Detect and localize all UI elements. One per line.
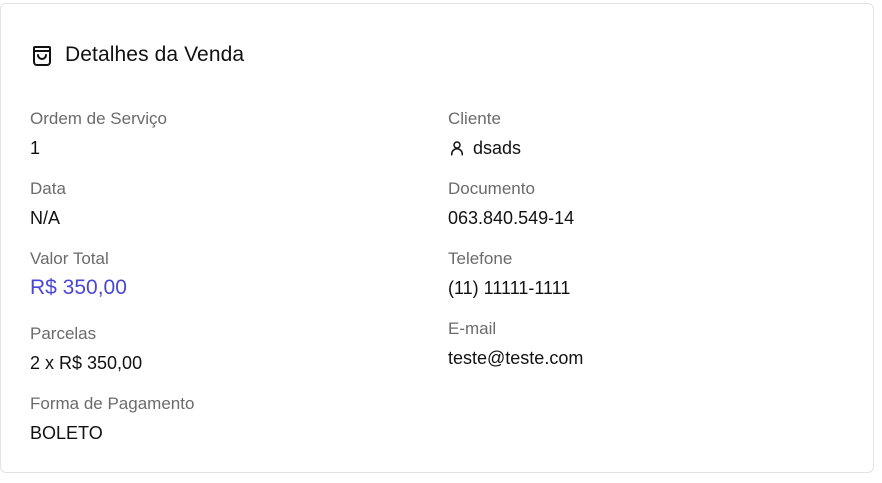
valor-total-label: Valor Total <box>30 249 109 268</box>
cliente-label: Cliente <box>448 109 501 128</box>
field-email: E-mail teste@teste.com <box>448 318 583 369</box>
field-cliente: Cliente dsads <box>448 108 521 159</box>
valor-total-value: R$ 350,00 <box>30 276 127 299</box>
email-label: E-mail <box>448 319 497 338</box>
card-header: Detalhes da Venda <box>30 40 244 70</box>
field-parcelas: Parcelas 2 x R$ 350,00 <box>30 323 142 374</box>
field-valor-total: Valor Total R$ 350,00 <box>30 248 127 299</box>
field-ordem-servico: Ordem de Serviço 1 <box>30 108 167 159</box>
cliente-value: dsads <box>473 138 522 158</box>
forma-pagamento-value: BOLETO <box>30 423 103 443</box>
field-data: Data N/A <box>30 178 66 229</box>
cliente-value-row: dsads <box>448 137 521 159</box>
telefone-label: Telefone <box>448 249 513 268</box>
ordem-servico-value: 1 <box>30 138 41 158</box>
shopping-bag-icon <box>30 43 54 67</box>
card-title: Detalhes da Venda <box>65 43 245 66</box>
data-label: Data <box>30 179 66 198</box>
telefone-value: (11) 11111-1111 <box>448 278 571 298</box>
field-telefone: Telefone (11) 11111-1111 <box>448 248 570 299</box>
sale-details-card: Detalhes da Venda Ordem de Serviço 1 Dat… <box>0 3 874 473</box>
data-value: N/A <box>30 208 61 228</box>
forma-pagamento-label: Forma de Pagamento <box>30 394 195 413</box>
documento-label: Documento <box>448 179 535 198</box>
parcelas-label: Parcelas <box>30 324 97 343</box>
field-forma-pagamento: Forma de Pagamento BOLETO <box>30 393 194 444</box>
user-icon <box>448 139 466 157</box>
documento-value: 063.840.549-14 <box>448 208 575 228</box>
parcelas-value: 2 x R$ 350,00 <box>30 353 143 373</box>
field-documento: Documento 063.840.549-14 <box>448 178 574 229</box>
ordem-servico-label: Ordem de Serviço <box>30 109 167 128</box>
email-value: teste@teste.com <box>448 348 584 368</box>
